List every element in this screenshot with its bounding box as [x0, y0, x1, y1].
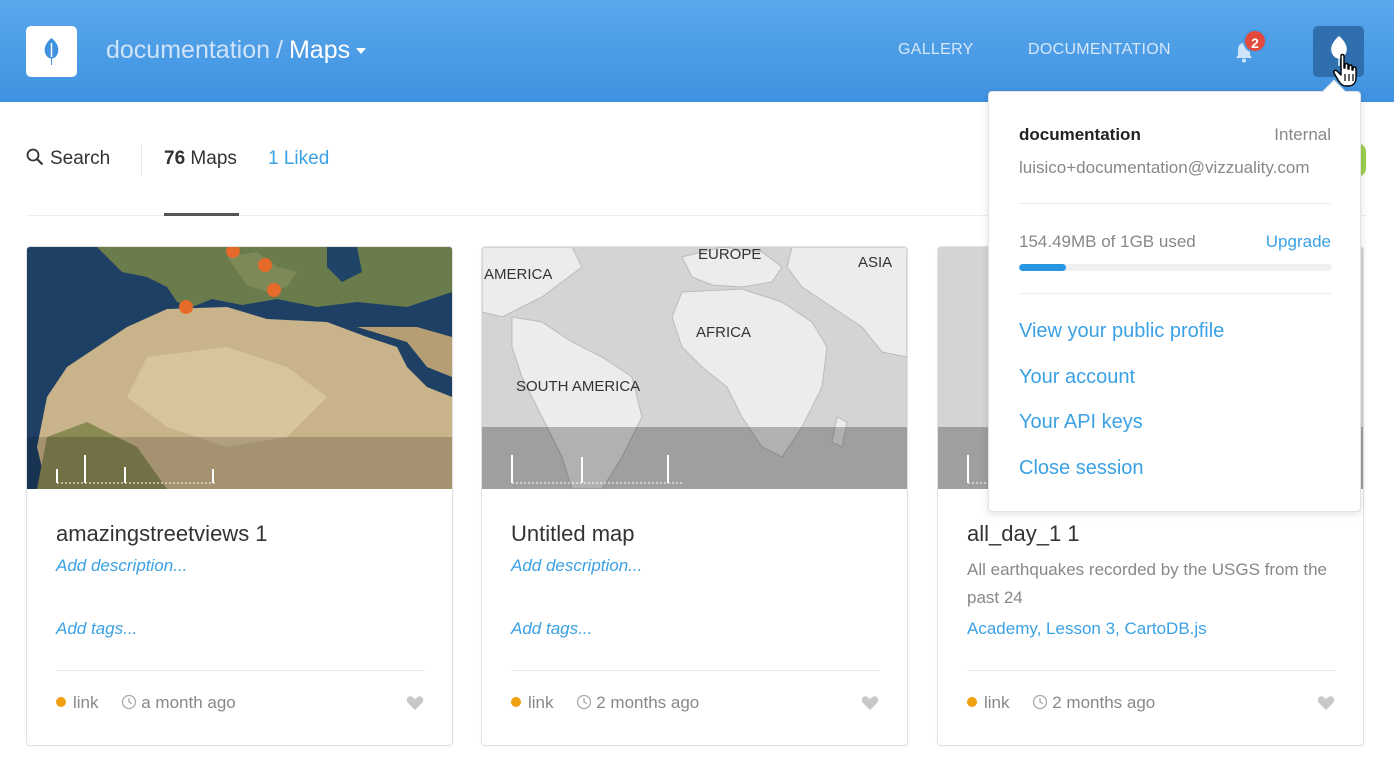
- map-card[interactable]: EUROPE ASIA AMERICA AFRICA SOUTH AMERICA…: [481, 246, 908, 746]
- your-api-keys-link[interactable]: Your API keys: [1019, 411, 1143, 434]
- breadcrumb-separator: /: [276, 36, 283, 64]
- dropdown-username: documentation: [1019, 125, 1141, 144]
- heart-icon[interactable]: [406, 695, 424, 711]
- card-divider: [511, 670, 880, 671]
- caret-down-icon[interactable]: [356, 48, 367, 55]
- active-tab-indicator: [164, 213, 239, 216]
- search-icon: [26, 148, 44, 166]
- map-label-europe: EUROPE: [698, 247, 761, 263]
- map-title[interactable]: Untitled map: [511, 521, 635, 547]
- privacy-dot-icon: [511, 697, 521, 707]
- add-description-link[interactable]: Add description...: [56, 556, 187, 576]
- filter-divider: [141, 145, 142, 175]
- maps-label: Maps: [190, 148, 237, 169]
- breadcrumb-current[interactable]: Maps: [289, 36, 350, 64]
- your-account-link[interactable]: Your account: [1019, 366, 1135, 389]
- clock-icon: [122, 694, 137, 710]
- breadcrumb: documentation / Maps: [106, 36, 367, 65]
- maps-count: 76: [164, 148, 186, 169]
- privacy-dot-icon: [56, 697, 66, 707]
- map-label-africa: AFRICA: [696, 324, 751, 341]
- map-thumbnail[interactable]: EUROPE ASIA AMERICA AFRICA SOUTH AMERICA: [482, 247, 907, 489]
- map-label-america: AMERICA: [484, 266, 552, 283]
- card-divider: [967, 670, 1336, 671]
- map-tags[interactable]: Academy, Lesson 3, CartoDB.js: [967, 619, 1207, 639]
- storage-progress-fill: [1019, 264, 1066, 271]
- card-footer: link 2 months ago: [967, 693, 1155, 713]
- privacy-dot-icon: [967, 697, 977, 707]
- updated-time: 2 months ago: [596, 693, 700, 712]
- upgrade-link[interactable]: Upgrade: [1266, 232, 1331, 252]
- close-session-link[interactable]: Close session: [1019, 457, 1144, 480]
- updated-time: a month ago: [141, 693, 236, 712]
- add-tags-link[interactable]: Add tags...: [56, 619, 137, 639]
- nav-gallery[interactable]: GALLERY: [898, 41, 974, 59]
- add-tags-link[interactable]: Add tags...: [511, 619, 592, 639]
- map-thumbnail[interactable]: [27, 247, 452, 489]
- carto-logo[interactable]: [26, 26, 77, 77]
- map-card[interactable]: amazingstreetviews 1 Add description... …: [26, 246, 453, 746]
- view-public-profile-link[interactable]: View your public profile: [1019, 320, 1224, 343]
- updated-time: 2 months ago: [1052, 693, 1156, 712]
- user-dropdown-menu: documentation Internal luisico+documenta…: [988, 79, 1361, 512]
- clock-icon: [1033, 694, 1048, 710]
- map-label-south-america: SOUTH AMERICA: [516, 378, 640, 395]
- heart-icon[interactable]: [1317, 695, 1335, 711]
- heart-icon[interactable]: [861, 695, 879, 711]
- account-email: luisico+documentation@vizzuality.com: [1019, 158, 1310, 177]
- privacy-label[interactable]: link: [984, 693, 1010, 712]
- search-button[interactable]: Search: [26, 148, 110, 170]
- privacy-label[interactable]: link: [73, 693, 99, 712]
- dropdown-divider: [1019, 203, 1332, 204]
- dropdown-divider: [1019, 293, 1332, 294]
- card-footer: link a month ago: [56, 693, 236, 713]
- account-type: Internal: [1274, 125, 1331, 144]
- map-label-asia: ASIA: [858, 254, 892, 271]
- storage-progress-bar: [1019, 264, 1332, 271]
- map-description[interactable]: All earthquakes recorded by the USGS fro…: [967, 556, 1327, 612]
- map-title[interactable]: amazingstreetviews 1: [56, 521, 268, 547]
- breadcrumb-user[interactable]: documentation: [106, 36, 270, 64]
- card-footer: link 2 months ago: [511, 693, 699, 713]
- card-divider: [56, 670, 425, 671]
- privacy-label[interactable]: link: [528, 693, 554, 712]
- nav-documentation[interactable]: DOCUMENTATION: [1028, 41, 1171, 59]
- add-description-link[interactable]: Add description...: [511, 556, 642, 576]
- top-header: documentation / Maps GALLERY DOCUMENTATION…: [0, 0, 1394, 102]
- carto-leaf-logo-icon: [44, 38, 59, 65]
- tab-liked[interactable]: 1 Liked: [268, 148, 329, 170]
- notification-badge[interactable]: 2: [1243, 29, 1267, 53]
- map-title[interactable]: all_day_1 1: [967, 521, 1080, 547]
- storage-usage: 154.49MB of 1GB used: [1019, 232, 1196, 251]
- clock-icon: [577, 694, 592, 710]
- tab-maps[interactable]: 76 Maps: [164, 148, 237, 170]
- search-label: Search: [50, 148, 111, 169]
